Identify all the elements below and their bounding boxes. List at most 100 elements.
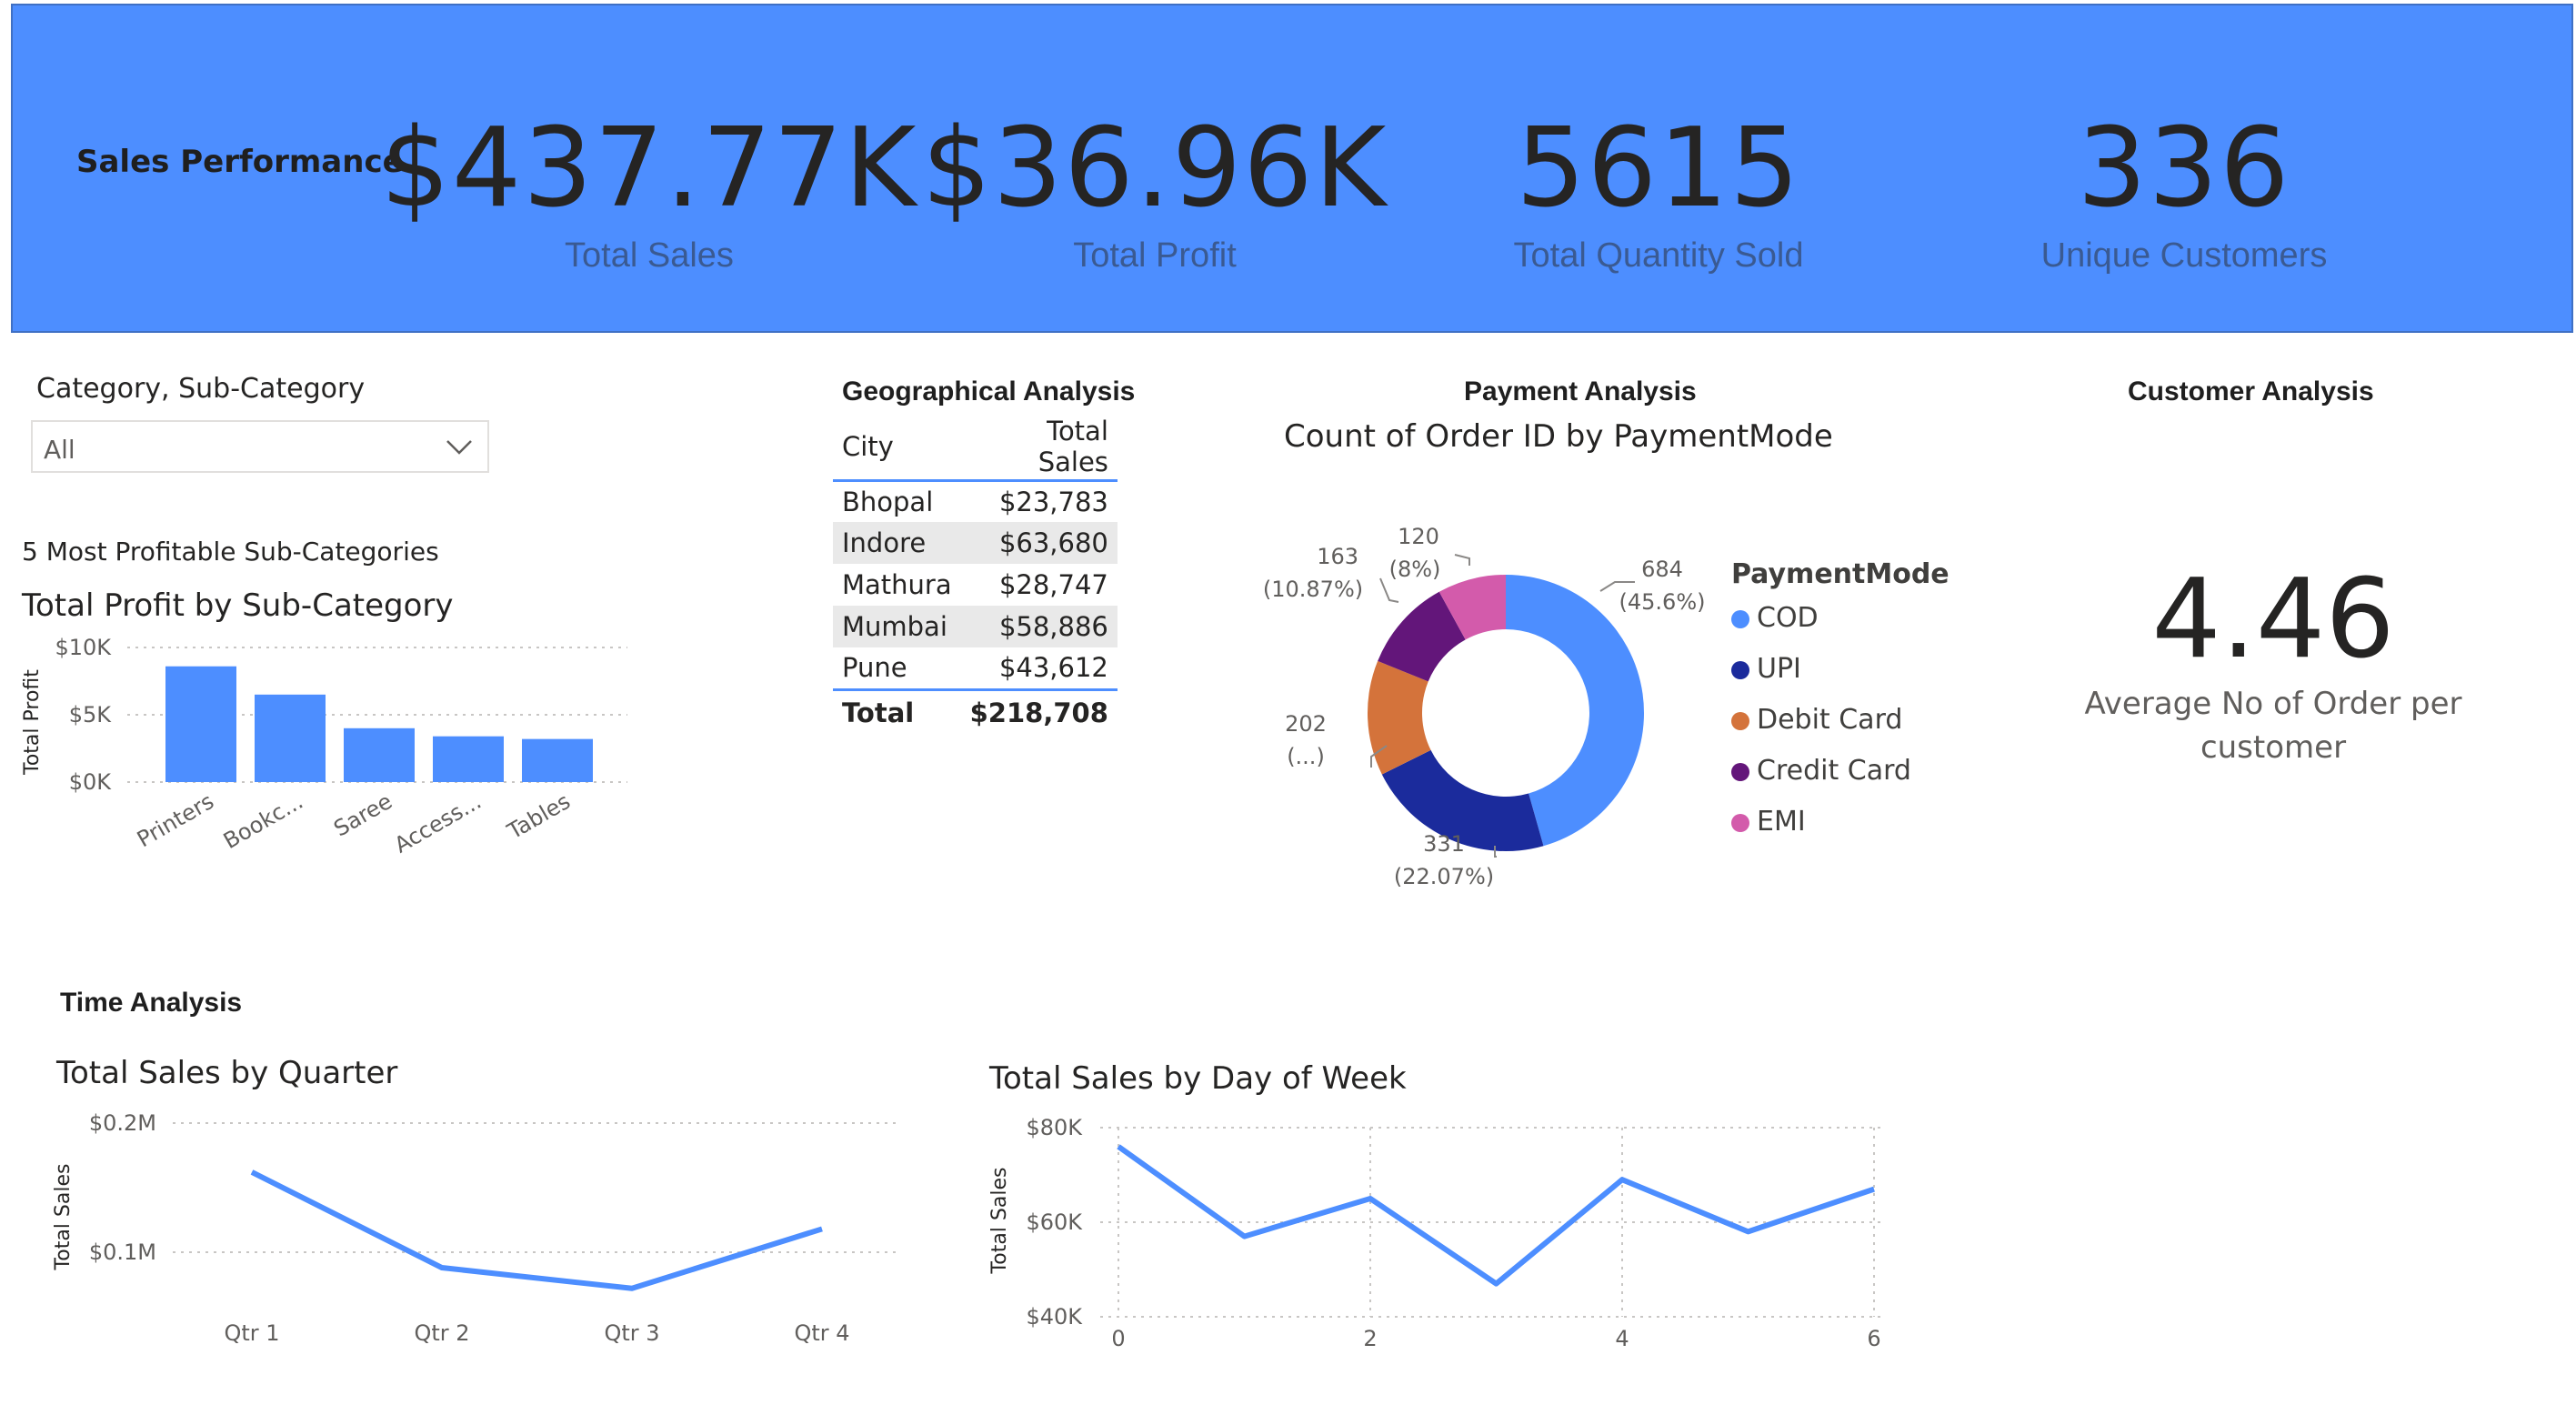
weekday-chart-title: Total Sales by Day of Week: [989, 1060, 1407, 1097]
y-tick-label: $60K: [1026, 1209, 1083, 1235]
table-total-row: Total $218,708: [833, 687, 1118, 735]
kpi-total-profit: $36.96K Total Profit: [873, 105, 1437, 276]
kpi-value: 336: [2077, 105, 2291, 232]
kpi-label: Total Profit: [1073, 236, 1237, 275]
x-tick-label: Printers: [133, 788, 218, 852]
sales-cell: $43,612: [998, 652, 1108, 684]
subcat-bar-chart: Printers Bookc... SareeAccess... Tables $10…: [21, 635, 627, 858]
legend-dot-icon: [1731, 661, 1749, 679]
x-tick-label: Saree: [329, 788, 396, 842]
sales-cell: $58,886: [960, 606, 1118, 647]
bar: [522, 738, 593, 782]
time-section-title: Time Analysis: [60, 988, 243, 1018]
y-tick-label: $0.2M: [89, 1110, 156, 1136]
bar: [344, 728, 415, 782]
kpi-banner: Sales Performance $437.77K Total Sales $…: [11, 4, 2573, 333]
table-row: Indore $63,680: [833, 522, 1118, 564]
y-tick-label: $5K: [69, 702, 113, 728]
x-tick-label: Tables: [503, 788, 575, 845]
subcat-heading: 5 Most Profitable Sub-Categories: [22, 537, 439, 567]
legend-label: COD: [1757, 602, 1819, 634]
y-tick-label: $80K: [1026, 1115, 1083, 1140]
sales-cell: $28,747: [998, 569, 1108, 600]
legend-label: EMI: [1757, 806, 1806, 838]
category-slicer-dropdown[interactable]: All: [31, 420, 489, 473]
y-tick-label: $0.1M: [89, 1239, 156, 1265]
slice-pct-label: (22.07%): [1394, 864, 1494, 889]
y-axis-label: Total Profit: [21, 669, 44, 776]
legend-item-credit-card[interactable]: Credit Card: [1731, 755, 1911, 787]
x-tick-label: Qtr 4: [794, 1320, 849, 1346]
table-row: Mathura $28,747: [833, 564, 1118, 606]
column-header-total-sales[interactable]: Total Sales: [960, 415, 1118, 482]
x-tick-label: 6: [1867, 1326, 1880, 1351]
subcat-chart-title: Total Profit by Sub-Category: [22, 587, 454, 624]
legend-item-cod[interactable]: COD: [1731, 602, 1819, 634]
legend-item-debit-card[interactable]: Debit Card: [1731, 704, 1902, 736]
slice-pct-label: (8%): [1389, 557, 1441, 582]
legend-label: Debit Card: [1757, 704, 1903, 736]
table-row: Mumbai $58,886: [833, 606, 1118, 647]
kpi-label: Total Quantity Sold: [1513, 236, 1804, 275]
y-axis-label: Total Sales: [52, 1164, 75, 1271]
slice-pct-label: (45.6%): [1619, 589, 1706, 615]
y-axis-label: Total Sales: [988, 1168, 1011, 1275]
avg-orders-label-line: customer: [2200, 729, 2347, 766]
slicer-selected-value: All: [44, 435, 75, 465]
column-header-city[interactable]: City: [833, 415, 961, 482]
quarter-chart-title: Total Sales by Quarter: [56, 1055, 398, 1091]
legend-label: UPI: [1757, 653, 1801, 685]
y-tick-label: $10K: [55, 635, 112, 660]
x-tick-label: 4: [1615, 1326, 1629, 1351]
legend-dot-icon: [1731, 814, 1749, 832]
banner-title: Sales Performance: [76, 144, 404, 180]
legend-title: PaymentMode: [1731, 558, 1950, 590]
table-row: Bhopal $23,783: [833, 480, 1118, 522]
city-cell: Pune: [842, 652, 907, 684]
slice-count-label: 684: [1641, 557, 1683, 582]
sales-cell: $63,680: [960, 522, 1118, 564]
bar: [433, 736, 504, 782]
x-tick-label: Qtr 2: [414, 1320, 469, 1346]
slicer-label: Category, Sub-Category: [36, 373, 366, 405]
x-tick-label: 2: [1363, 1326, 1377, 1351]
bar: [165, 666, 236, 782]
series-line: [250, 1169, 823, 1291]
avg-orders-label-line: Average No of Order per: [2084, 686, 2462, 722]
sales-cell: $23,783: [998, 486, 1108, 517]
kpi-value: $437.77K: [380, 105, 918, 232]
city-cell: Mumbai: [833, 606, 961, 647]
city-cell: Bhopal: [842, 486, 934, 517]
kpi-value: $36.96K: [921, 105, 1388, 232]
x-tick-label: Bookc...: [219, 788, 307, 854]
leader-line: [1454, 554, 1470, 566]
city-cell: Mathura: [842, 569, 952, 600]
slice-count-label: 202: [1285, 711, 1327, 737]
slice-count-label: 120: [1398, 524, 1439, 549]
customer-section-title: Customer Analysis: [2128, 376, 2374, 406]
quarter-line-chart: Qtr 1 Qtr 2 Qtr 3 Qtr 4 $0.2M $0.1M Total S…: [52, 1110, 900, 1346]
x-tick-label: Qtr 1: [224, 1320, 279, 1346]
slice-pct-label: (10.87%): [1263, 577, 1363, 602]
kpi-label: Total Sales: [565, 236, 734, 275]
x-tick-label: 0: [1111, 1326, 1125, 1351]
legend-dot-icon: [1731, 610, 1749, 628]
payment-chart-title: Count of Order ID by PaymentMode: [1284, 418, 1833, 455]
series-line: [1117, 1144, 1875, 1287]
city-cell: Indore: [833, 522, 961, 564]
kpi-label: Unique Customers: [2040, 236, 2328, 275]
total-label-cell: Total: [833, 687, 961, 735]
avg-orders-value: 4.46: [2151, 557, 2395, 683]
chevron-down-icon: [446, 440, 472, 455]
legend-item-emi[interactable]: EMI: [1731, 806, 1806, 838]
table-header-row: City Total Sales: [833, 415, 1118, 482]
kpi-total-sales: $437.77K Total Sales: [367, 105, 931, 276]
kpi-total-quantity: 5615 Total Quantity Sold: [1377, 105, 1940, 276]
payment-section-title: Payment Analysis: [1464, 376, 1697, 406]
x-tick-label: Access...: [390, 788, 486, 858]
legend-item-upi[interactable]: UPI: [1731, 653, 1801, 685]
avg-orders-label: Average No of Order per customer: [2000, 682, 2546, 769]
geo-sales-table: City Total Sales Bhopal $23,783 Indore $…: [833, 415, 1118, 735]
weekday-line-chart: 0 2 4 6 $80K $60K $40K Total Sales: [988, 1115, 1882, 1351]
legend-label: Credit Card: [1757, 755, 1911, 787]
